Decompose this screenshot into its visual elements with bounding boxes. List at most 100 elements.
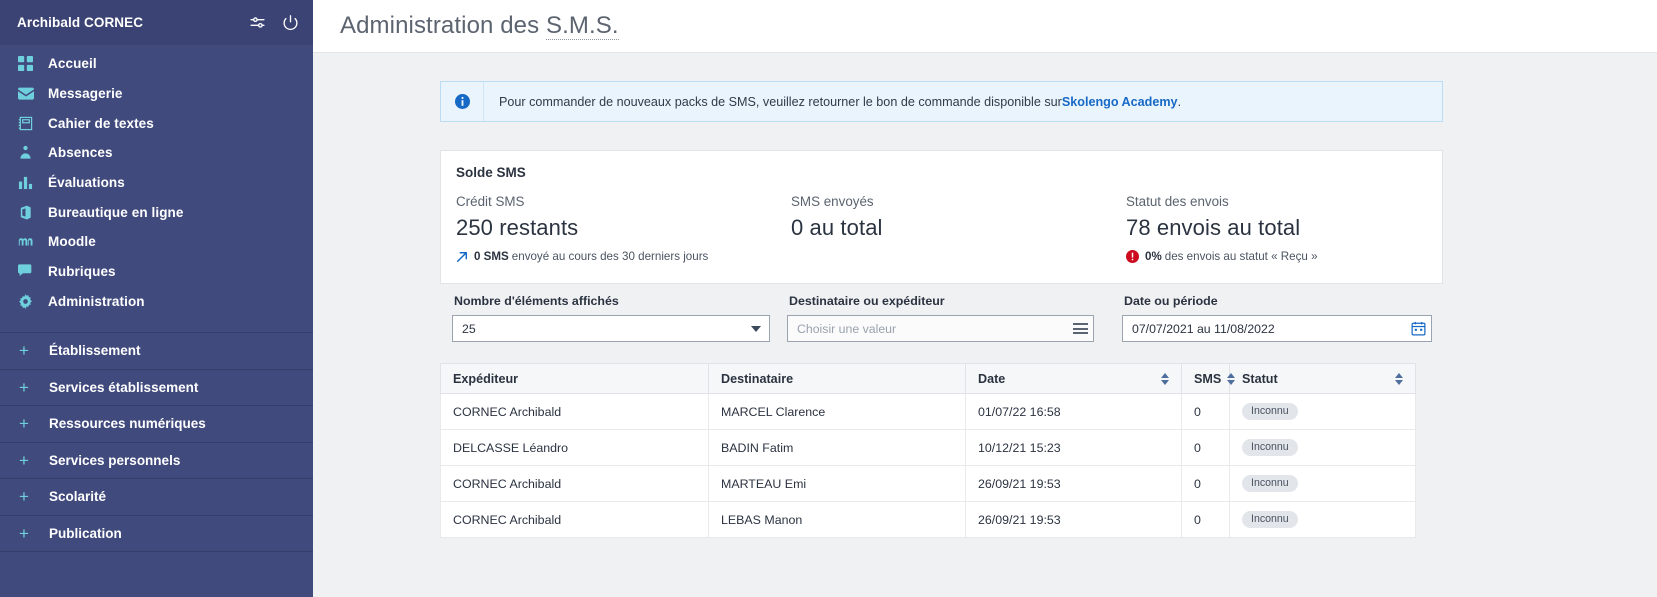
sort-toggle-icon[interactable] <box>1395 372 1403 385</box>
stat-value: 78 envois au total <box>1126 215 1301 240</box>
plus-icon: + <box>19 487 29 507</box>
cell-expediteur: CORNEC Archibald <box>440 465 709 502</box>
sidebar-section-etablissement[interactable]: + Établissement <box>0 332 313 370</box>
sms-table-container: Expéditeur Destinataire Date SMS Statut … <box>440 363 1443 538</box>
column-header-destinataire[interactable]: Destinataire <box>708 363 966 394</box>
date-range-input[interactable]: 07/07/2021 au 11/08/2022 <box>1122 315 1432 342</box>
filter-label-recipient: Destinataire ou expéditeur <box>789 294 945 308</box>
table-row[interactable]: CORNEC Archibald MARTEAU Emi 26/09/21 19… <box>440 465 1416 502</box>
table-head: Expéditeur Destinataire Date SMS Statut <box>440 363 1416 394</box>
sidebar-item-label: Rubriques <box>48 264 116 280</box>
stat-label: Crédit SMS <box>456 194 525 209</box>
cell-statut: Inconnu <box>1229 465 1416 502</box>
column-label: Date <box>978 371 1006 386</box>
cell-destinataire: BADIN Fatim <box>708 429 966 466</box>
sort-toggle-icon[interactable] <box>1227 372 1236 385</box>
sidebar-section-services-etablissement[interactable]: + Services établissement <box>0 368 313 407</box>
status-badge: Inconnu <box>1242 474 1298 493</box>
sidebar-item-evaluations[interactable]: Évaluations <box>0 168 313 198</box>
column-label: Expéditeur <box>453 371 519 386</box>
cell-destinataire: MARTEAU Emi <box>708 465 966 502</box>
cell-sms: 0 <box>1181 501 1230 538</box>
calendar-icon[interactable] <box>1405 321 1431 336</box>
info-icon <box>441 82 484 121</box>
plus-icon: + <box>19 523 29 543</box>
stat-note-text: envoyé au cours des 30 derniers jours <box>511 250 709 263</box>
sidebar-item-moodle[interactable]: Moodle <box>0 227 313 257</box>
column-header-statut[interactable]: Statut <box>1229 363 1416 394</box>
cell-statut: Inconnu <box>1229 429 1416 466</box>
cell-expediteur: CORNEC Archibald <box>440 501 709 538</box>
cell-expediteur: CORNEC Archibald <box>440 393 709 430</box>
filter-recipient: Destinataire ou expéditeur Choisir une v… <box>787 294 1122 342</box>
items-per-page-select[interactable]: 25 <box>452 315 770 342</box>
sidebar-section-ressources-numeriques[interactable]: + Ressources numériques <box>0 405 313 443</box>
cell-sms: 0 <box>1181 465 1230 502</box>
column-header-date[interactable]: Date <box>965 363 1182 394</box>
table-body: CORNEC Archibald MARCEL Clarence 01/07/2… <box>440 393 1416 538</box>
sidebar-item-label: Cahier de textes <box>48 115 154 131</box>
info-banner: Pour commander de nouveaux packs de SMS,… <box>440 81 1443 122</box>
sort-toggle-icon[interactable] <box>1161 372 1169 385</box>
stat-label: Statut des envois <box>1126 194 1229 209</box>
power-icon[interactable] <box>282 14 299 31</box>
recipient-combobox[interactable]: Choisir une valeur <box>787 315 1094 342</box>
sidebar-section-services-personnels[interactable]: + Services personnels <box>0 441 313 480</box>
chevron-down-icon[interactable] <box>743 325 769 332</box>
filters-row: Nombre d'éléments affichés 25 Destinatai… <box>440 294 1443 342</box>
sidebar-item-accueil[interactable]: Accueil <box>0 49 313 79</box>
sidebar-item-bureautique-en-ligne[interactable]: Bureautique en ligne <box>0 197 313 227</box>
settings-sliders-icon[interactable] <box>249 14 266 31</box>
column-header-expediteur[interactable]: Expéditeur <box>440 363 709 394</box>
bar-chart-icon <box>18 175 42 190</box>
stat-label: SMS envoyés <box>791 194 874 209</box>
sidebar-item-cahier-de-textes[interactable]: Cahier de textes <box>0 108 313 138</box>
cell-date: 10/12/21 15:23 <box>965 429 1182 466</box>
filter-label-date: Date ou période <box>1124 294 1218 308</box>
page-title-prefix: Administration des <box>340 12 546 39</box>
sidebar-item-rubriques[interactable]: Rubriques <box>0 257 313 287</box>
sidebar-header: Archibald CORNEC <box>0 0 313 45</box>
main-area: Administration des S.M.S. Pour commander… <box>313 0 1657 597</box>
table-row[interactable]: DELCASSE Léandro BADIN Fatim 10/12/21 15… <box>440 429 1416 466</box>
skolengo-academy-link[interactable]: Skolengo Academy <box>1062 95 1178 109</box>
recipient-placeholder: Choisir une valeur <box>797 321 897 336</box>
cell-date: 26/09/21 19:53 <box>965 501 1182 538</box>
current-user-name: Archibald CORNEC <box>17 15 144 30</box>
sidebar-item-label: Bureautique en ligne <box>48 204 184 220</box>
sidebar-section-publication[interactable]: + Publication <box>0 514 313 553</box>
table-row[interactable]: CORNEC Archibald MARCEL Clarence 01/07/2… <box>440 393 1416 430</box>
column-header-sms[interactable]: SMS <box>1181 363 1236 394</box>
page-title-abbreviation: S.M.S. <box>546 12 619 40</box>
alert-circle-icon <box>1126 250 1139 263</box>
info-banner-text-after: . <box>1177 94 1182 109</box>
envelope-icon <box>18 86 42 102</box>
application-root: Archibald CORNEC Accueil Messagerie Cahi… <box>0 0 1657 597</box>
sidebar-section-label: Ressources numériques <box>49 416 206 432</box>
date-range-value: 07/07/2021 au 11/08/2022 <box>1132 321 1275 336</box>
stat-note-strong: 0 SMS <box>474 250 509 263</box>
sidebar-main-nav: Accueil Messagerie Cahier de textes Abse… <box>0 45 313 316</box>
people-icon <box>18 145 42 160</box>
info-banner-text: Pour commander de nouveaux packs de SMS,… <box>484 82 1442 121</box>
page-content: Pour commander de nouveaux packs de SMS,… <box>313 53 1657 597</box>
sidebar-section-scolarite[interactable]: + Scolarité <box>0 478 313 516</box>
table-row[interactable]: CORNEC Archibald LEBAS Manon 26/09/21 19… <box>440 501 1416 538</box>
sidebar-item-messagerie[interactable]: Messagerie <box>0 79 313 109</box>
sidebar-item-label: Évaluations <box>48 175 125 191</box>
cell-date: 01/07/22 16:58 <box>965 393 1182 430</box>
sidebar-item-administration[interactable]: Administration <box>0 287 313 317</box>
column-label: Statut <box>1242 371 1278 386</box>
sidebar-item-label: Absences <box>48 145 113 161</box>
sidebar-section-label: Publication <box>49 525 122 541</box>
list-menu-icon[interactable] <box>1067 323 1093 334</box>
sidebar-section-label: Services personnels <box>49 452 181 468</box>
sidebar-item-label: Administration <box>48 293 145 309</box>
info-banner-text-before: Pour commander de nouveaux packs de SMS,… <box>499 94 1062 109</box>
cell-destinataire: MARCEL Clarence <box>708 393 966 430</box>
plus-icon: + <box>19 450 29 470</box>
cell-destinataire: LEBAS Manon <box>708 501 966 538</box>
sidebar: Archibald CORNEC Accueil Messagerie Cahi… <box>0 0 313 597</box>
sidebar-item-absences[interactable]: Absences <box>0 138 313 168</box>
sidebar-section-label: Scolarité <box>49 489 107 505</box>
